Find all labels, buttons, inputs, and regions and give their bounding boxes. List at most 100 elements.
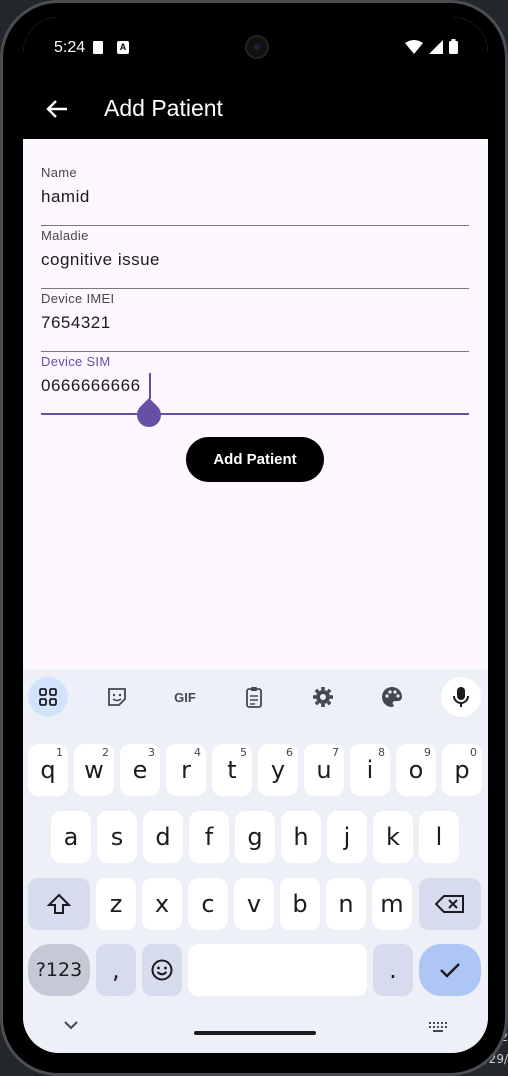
soft-keyboard: GIF q1w2e3r4t5y6u7i8o9p0 asdfghjkl zxcvb…	[23, 669, 488, 1053]
battery-icon	[449, 39, 458, 54]
phone-screen: 5:24 A Add Patient Name hamid Maladie co…	[23, 17, 488, 1053]
emoji-key[interactable]	[142, 944, 182, 996]
wifi-icon	[405, 39, 423, 54]
key-i[interactable]: i8	[350, 744, 390, 796]
key-e[interactable]: e3	[120, 744, 160, 796]
key-n[interactable]: n	[326, 878, 366, 930]
device-imei-value: 7654321	[41, 313, 111, 332]
phone-frame: 5:24 A Add Patient Name hamid Maladie co…	[0, 0, 508, 1076]
key-o[interactable]: o9	[396, 744, 436, 796]
enter-key[interactable]	[419, 944, 481, 996]
device-sim-value: 0666666666	[41, 376, 141, 395]
key-j[interactable]: j	[327, 811, 367, 863]
settings-gear-icon[interactable]	[303, 677, 343, 717]
key-label: e	[132, 756, 148, 784]
key-label: q	[40, 756, 56, 784]
key-q[interactable]: q1	[28, 744, 68, 796]
key-hint: 9	[424, 746, 431, 759]
key-u[interactable]: u7	[304, 744, 344, 796]
sticker-icon[interactable]	[97, 677, 137, 717]
navigation-bar	[23, 1009, 488, 1053]
key-label: w	[84, 756, 104, 784]
key-r[interactable]: r4	[166, 744, 206, 796]
apps-grid-icon[interactable]	[28, 677, 68, 717]
name-field[interactable]: Name hamid	[41, 163, 469, 226]
key-hint: 2	[102, 746, 109, 759]
autofill-icon: A	[117, 41, 129, 54]
palette-icon[interactable]	[372, 677, 412, 717]
keyboard-switch-icon[interactable]	[428, 1021, 448, 1033]
clipboard-icon[interactable]	[234, 677, 274, 717]
chevron-down-icon[interactable]	[63, 1019, 79, 1031]
key-label: i	[366, 756, 374, 784]
key-y[interactable]: y6	[258, 744, 298, 796]
key-hint: 7	[332, 746, 339, 759]
key-label: p	[454, 756, 470, 784]
maladie-field[interactable]: Maladie cognitive issue	[41, 226, 469, 289]
key-c[interactable]: c	[188, 878, 228, 930]
space-key[interactable]	[188, 944, 367, 996]
key-s[interactable]: s	[97, 811, 137, 863]
key-hint: 1	[56, 746, 63, 759]
key-label: t	[227, 756, 237, 784]
key-label: o	[408, 756, 424, 784]
device-sim-label: Device SIM	[41, 354, 111, 369]
key-t[interactable]: t5	[212, 744, 252, 796]
key-h[interactable]: h	[281, 811, 321, 863]
backspace-icon	[435, 895, 464, 913]
front-camera	[245, 35, 269, 59]
key-m[interactable]: m	[372, 878, 412, 930]
key-b[interactable]: b	[280, 878, 320, 930]
key-label: r	[181, 756, 191, 784]
key-w[interactable]: w2	[74, 744, 114, 796]
key-hint: 6	[286, 746, 293, 759]
app-bar: Add Patient	[23, 79, 488, 139]
key-l[interactable]: l	[419, 811, 459, 863]
arrow-left-icon	[46, 100, 67, 118]
key-g[interactable]: g	[235, 811, 275, 863]
status-bar: 5:24 A	[23, 17, 488, 79]
key-label: y	[270, 756, 286, 784]
key-p[interactable]: p0	[442, 744, 482, 796]
key-hint: 3	[148, 746, 155, 759]
microphone-icon[interactable]	[441, 677, 481, 717]
add-patient-button[interactable]: Add Patient	[186, 437, 324, 482]
key-hint: 0	[470, 746, 477, 759]
device-sim-field[interactable]: Device SIM 0666666666	[41, 352, 469, 415]
key-k[interactable]: k	[373, 811, 413, 863]
key-v[interactable]: v	[234, 878, 274, 930]
shift-key[interactable]	[28, 878, 90, 930]
symbols-key[interactable]: ?123	[28, 944, 90, 996]
sd-card-icon	[93, 41, 103, 54]
key-label: u	[316, 756, 332, 784]
signal-icon	[429, 39, 443, 54]
maladie-value: cognitive issue	[41, 250, 161, 269]
shift-icon	[47, 893, 71, 914]
key-hint: 8	[378, 746, 385, 759]
system-icons	[405, 39, 458, 54]
key-hint: 4	[194, 746, 201, 759]
maladie-label: Maladie	[41, 228, 89, 243]
backspace-key[interactable]	[419, 878, 481, 930]
device-imei-label: Device IMEI	[41, 291, 115, 306]
key-hint: 5	[240, 746, 247, 759]
status-time: 5:24	[54, 39, 86, 56]
gif-icon[interactable]: GIF	[165, 677, 205, 717]
page-title: Add Patient	[104, 95, 223, 121]
keyboard-toolbar: GIF	[23, 677, 488, 717]
key-f[interactable]: f	[189, 811, 229, 863]
name-label: Name	[41, 165, 77, 180]
back-button[interactable]	[41, 93, 73, 125]
device-imei-field[interactable]: Device IMEI 7654321	[41, 289, 469, 352]
key-x[interactable]: x	[142, 878, 182, 930]
key-z[interactable]: z	[96, 878, 136, 930]
checkmark-icon	[440, 963, 460, 978]
name-value: hamid	[41, 187, 90, 206]
period-key[interactable]: .	[373, 944, 413, 996]
comma-key[interactable]: ,	[96, 944, 136, 996]
key-a[interactable]: a	[51, 811, 91, 863]
text-cursor	[149, 373, 151, 399]
key-d[interactable]: d	[143, 811, 183, 863]
home-gesture-bar[interactable]	[194, 1031, 316, 1035]
patient-form: Name hamid Maladie cognitive issue Devic…	[41, 163, 469, 415]
